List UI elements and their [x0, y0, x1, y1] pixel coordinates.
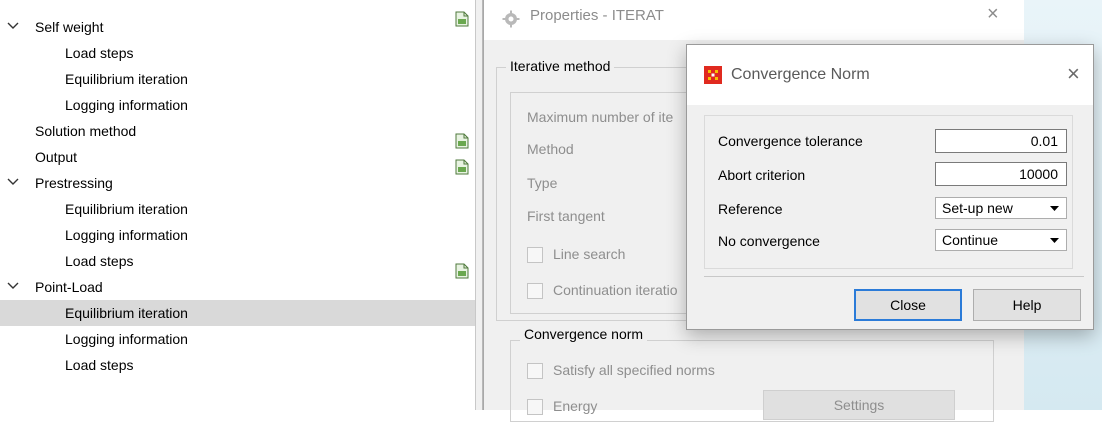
- energy-checkbox[interactable]: [527, 399, 543, 415]
- tree-item[interactable]: Logging information: [0, 326, 475, 352]
- reference-value: Set-up new: [942, 200, 1013, 216]
- first-tangent-label: First tangent: [527, 208, 605, 224]
- settings-button[interactable]: Settings: [763, 390, 955, 420]
- tree-item[interactable]: Point-Load: [0, 274, 475, 300]
- convergence-norm-legend: Convergence norm: [520, 326, 648, 342]
- button-separator: [704, 276, 1084, 277]
- gear-icon: [502, 10, 520, 31]
- tree-item[interactable]: Equilibrium iteration: [0, 300, 475, 326]
- type-label: Type: [527, 175, 558, 191]
- close-icon[interactable]: ×: [1067, 61, 1080, 87]
- reference-label: Reference: [718, 201, 783, 217]
- tree-item-label: Output: [35, 149, 78, 165]
- green-document-icon[interactable]: [455, 159, 469, 175]
- tree-item-label: Load steps: [65, 253, 134, 269]
- help-button[interactable]: Help: [973, 289, 1081, 321]
- tree-item-label: Equilibrium iteration: [65, 305, 188, 321]
- green-document-icon[interactable]: [455, 11, 469, 27]
- abort-input[interactable]: 10000: [935, 162, 1067, 186]
- tree-item-label: Point-Load: [35, 279, 103, 295]
- close-icon[interactable]: ×: [987, 3, 999, 26]
- tree-item[interactable]: Output: [0, 144, 475, 170]
- tree-item-label: Logging information: [65, 227, 188, 243]
- tree-item-label: Logging information: [65, 97, 188, 113]
- line-search-label: Line search: [553, 246, 626, 262]
- abort-label: Abort criterion: [718, 167, 806, 183]
- energy-label: Energy: [553, 398, 598, 414]
- reference-select[interactable]: Set-up new: [935, 197, 1067, 219]
- tree-item[interactable]: Equilibrium iteration: [0, 196, 475, 222]
- tree-item[interactable]: Solution method: [0, 118, 475, 144]
- tolerance-label: Convergence tolerance: [718, 133, 863, 149]
- max-iterations-label: Maximum number of ite: [527, 109, 674, 125]
- tree-item-label: Load steps: [65, 45, 134, 61]
- satisfy-all-label: Satisfy all specified norms: [553, 362, 715, 378]
- continuation-label: Continuation iteratio: [553, 282, 678, 298]
- convergence-norm-dialog: Convergence Norm × Convergence tolerance…: [686, 44, 1094, 330]
- properties-title-bar[interactable]: Properties - ITERAT ×: [484, 0, 1024, 40]
- tree-item[interactable]: Logging information: [0, 92, 475, 118]
- satisfy-all-checkbox[interactable]: [527, 363, 543, 379]
- tree-item[interactable]: Load steps: [0, 40, 475, 66]
- green-document-icon[interactable]: [455, 133, 469, 149]
- convergence-title: Convergence Norm: [731, 66, 870, 83]
- no-convergence-value: Continue: [942, 232, 999, 248]
- tree-item[interactable]: Equilibrium iteration: [0, 66, 475, 92]
- green-document-icon[interactable]: [455, 263, 469, 279]
- tree-item[interactable]: Logging information: [0, 222, 475, 248]
- tree-item-label: Load steps: [65, 357, 134, 373]
- chevron-down-icon[interactable]: [7, 274, 21, 300]
- method-label: Method: [527, 141, 574, 157]
- tree-item-label: Equilibrium iteration: [65, 201, 188, 217]
- tree-item[interactable]: Load steps: [0, 248, 475, 274]
- tree-item-label: Equilibrium iteration: [65, 71, 188, 87]
- chevron-down-icon: [1050, 206, 1059, 211]
- no-convergence-label: No convergence: [718, 233, 820, 249]
- convergence-title-bar[interactable]: Convergence Norm ×: [687, 45, 1093, 105]
- analysis-tree: Self weight Load steps Equilibrium iterati…: [0, 0, 475, 410]
- properties-title: Properties - ITERAT: [530, 7, 664, 24]
- tree-item[interactable]: Prestressing: [0, 170, 475, 196]
- chevron-down-icon: [1050, 238, 1059, 243]
- chevron-down-icon[interactable]: [7, 14, 21, 40]
- tree-item-label: Self weight: [35, 19, 104, 35]
- tree-item-label: Prestressing: [35, 175, 113, 191]
- continuation-checkbox[interactable]: [527, 283, 543, 299]
- app-logo-icon: [704, 66, 722, 87]
- chevron-down-icon[interactable]: [7, 170, 21, 196]
- no-convergence-select[interactable]: Continue: [935, 229, 1067, 251]
- line-search-checkbox[interactable]: [527, 247, 543, 263]
- tree-item-label: Solution method: [35, 123, 137, 139]
- iterative-method-legend: Iterative method: [506, 58, 615, 74]
- tolerance-input[interactable]: 0.01: [935, 129, 1067, 153]
- tree-item-label: Logging information: [65, 331, 188, 347]
- splitter-handle[interactable]: [476, 0, 483, 410]
- tree-item[interactable]: Load steps: [0, 352, 475, 378]
- close-button[interactable]: Close: [854, 289, 962, 321]
- tree-item[interactable]: Self weight: [0, 14, 475, 40]
